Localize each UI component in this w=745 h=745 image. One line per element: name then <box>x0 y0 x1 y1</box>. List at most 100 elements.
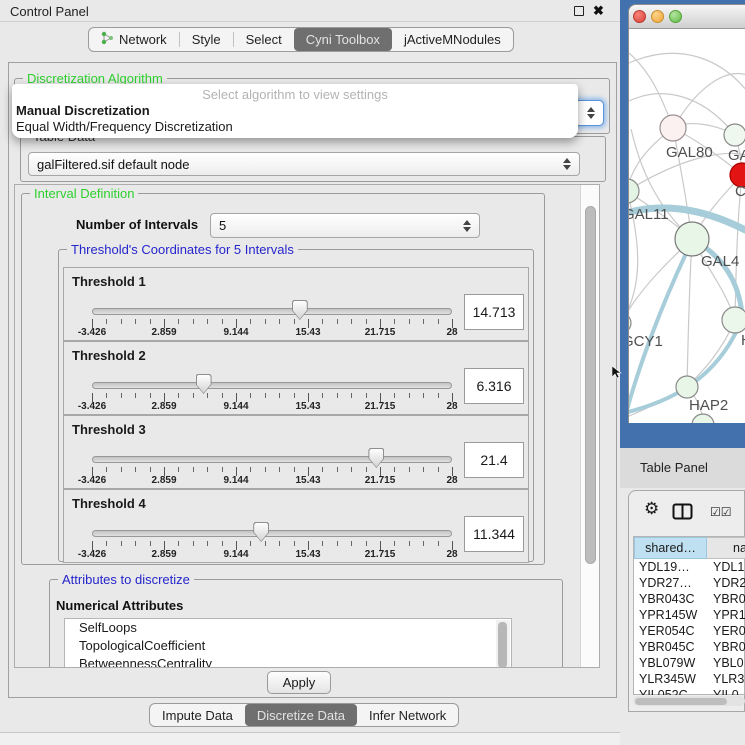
table-row[interactable]: YBR045CYBR0 <box>634 639 745 655</box>
minor-tick <box>366 541 367 546</box>
tab-jactivemnodules[interactable]: jActiveMNodules <box>392 28 513 51</box>
threshold-value-field[interactable]: 21.4 <box>464 442 524 478</box>
table-row[interactable]: YBL079WYBL0 <box>634 655 745 671</box>
table-row[interactable]: YIL052CYIL0 <box>634 687 745 695</box>
minor-tick <box>438 541 439 546</box>
tab-style[interactable]: Style <box>180 28 233 51</box>
threshold-value-field[interactable]: 6.316 <box>464 368 524 404</box>
minor-tick <box>423 467 424 472</box>
minor-tick <box>294 319 295 324</box>
minor-tick <box>394 319 395 324</box>
tab-network[interactable]: Network <box>89 28 179 51</box>
slider-thumb[interactable] <box>253 522 269 542</box>
combo-stepper-icon <box>463 220 471 232</box>
slider-thumb-face <box>293 301 307 319</box>
threshold-slider-track[interactable] <box>92 382 452 389</box>
settings-scrollbar[interactable] <box>580 185 600 667</box>
tab-jactivemnodules-label: jActiveMNodules <box>404 32 501 47</box>
minor-tick <box>351 467 352 472</box>
settings-scroll-viewport: Interval Definition Number of Intervals … <box>14 184 600 668</box>
control-panel-titlebar: Control Panel ✖ <box>0 0 620 22</box>
table-row[interactable]: YPR145WYPR1 <box>634 607 745 623</box>
minor-tick <box>337 467 338 472</box>
network-node-label: GCY1 <box>629 333 663 350</box>
attribute-list-item[interactable]: SelfLoops <box>65 619 511 637</box>
scale-label: 28 <box>446 327 457 338</box>
minor-tick <box>409 319 410 324</box>
network-node[interactable] <box>629 179 639 203</box>
slider-thumb[interactable] <box>368 448 384 468</box>
scale-label: 15.43 <box>295 401 320 412</box>
tab-impute-data[interactable]: Impute Data <box>150 704 245 726</box>
node-table: shared… na YDL19…YDL1YDR27…YDR2YBR043CYB… <box>633 536 745 695</box>
table-row[interactable]: YER054CYER0 <box>634 623 745 639</box>
minor-tick <box>207 319 208 324</box>
threshold-slider-track[interactable] <box>92 530 452 537</box>
network-node[interactable] <box>676 376 698 398</box>
tab-cyni-toolbox[interactable]: Cyni Toolbox <box>294 28 392 51</box>
minimize-traffic-light-icon[interactable] <box>651 10 664 23</box>
close-traffic-light-icon[interactable] <box>633 10 646 23</box>
threshold-coords-title: Threshold's Coordinates for 5 Intervals <box>67 242 298 257</box>
table-h-scrollbar-thumb[interactable] <box>635 698 727 705</box>
table-row[interactable]: YDL19…YDL1 <box>634 559 745 575</box>
list-scrollbar-thumb[interactable] <box>498 622 507 668</box>
minor-tick <box>394 541 395 546</box>
attribute-list-item[interactable]: TopologicalCoefficient <box>65 637 511 655</box>
tab-discretize-data[interactable]: Discretize Data <box>245 704 357 726</box>
column-header-name[interactable]: na <box>707 537 745 559</box>
table-cell-shared-name: YBL079W <box>634 655 707 671</box>
slider-thumb[interactable] <box>292 300 308 320</box>
slider-thumb[interactable] <box>196 374 212 394</box>
table-row[interactable]: YDR27…YDR2 <box>634 575 745 591</box>
num-intervals-value: 5 <box>219 218 226 233</box>
close-icon[interactable]: ✖ <box>593 3 604 19</box>
columns-icon[interactable] <box>672 503 694 520</box>
tab-network-label: Network <box>119 32 167 47</box>
interval-definition-title: Interval Definition <box>30 186 138 201</box>
settings-scrollbar-thumb[interactable] <box>585 206 596 564</box>
network-canvas[interactable]: GAL80GACGAL11GAL4GCY1HHAP2 <box>629 29 745 423</box>
threshold-slider-track[interactable] <box>92 456 452 463</box>
apply-button[interactable]: Apply <box>267 671 331 694</box>
table-h-scrollbar[interactable] <box>633 696 745 706</box>
checkboxes-icon[interactable]: ☑☑ <box>710 505 732 519</box>
network-node[interactable] <box>660 115 686 141</box>
minor-tick <box>150 393 151 398</box>
tab-select[interactable]: Select <box>234 28 294 51</box>
table-data-combobox[interactable]: galFiltered.sif default node <box>28 152 580 176</box>
minor-tick <box>135 541 136 546</box>
dropdown-option-manual-discretization[interactable]: Manual Discretization <box>16 103 150 118</box>
attribute-list-item[interactable]: BetweennessCentrality <box>65 655 511 668</box>
network-node[interactable] <box>692 414 714 423</box>
dropdown-placeholder-option[interactable]: Select algorithm to view settings <box>12 87 578 102</box>
zoom-traffic-light-icon[interactable] <box>669 10 682 23</box>
network-window-titlebar <box>629 5 745 29</box>
network-node[interactable] <box>675 222 709 256</box>
minor-tick <box>322 541 323 546</box>
tab-infer-network[interactable]: Infer Network <box>357 704 458 726</box>
threshold-value-field[interactable]: 14.713 <box>464 294 524 330</box>
column-header-shared-name[interactable]: shared… <box>634 537 707 559</box>
network-node[interactable] <box>724 124 745 146</box>
threshold-value-field[interactable]: 11.344 <box>464 516 524 552</box>
minor-tick <box>265 541 266 546</box>
scale-label: 2.859 <box>151 401 176 412</box>
float-window-icon[interactable] <box>574 6 584 16</box>
list-scrollbar[interactable] <box>496 620 510 668</box>
minor-tick <box>294 467 295 472</box>
minor-tick <box>279 319 280 324</box>
num-intervals-combobox[interactable]: 5 <box>210 213 480 238</box>
network-node[interactable] <box>629 313 631 333</box>
table-row[interactable]: YLR345WYLR3 <box>634 671 745 687</box>
threshold-label: Threshold 2 <box>72 348 146 363</box>
table-row[interactable]: YBR043CYBR0 <box>634 591 745 607</box>
threshold-slider-track[interactable] <box>92 308 452 315</box>
gear-icon[interactable]: ⚙ <box>644 499 659 519</box>
dropdown-option-equal-width[interactable]: Equal Width/Frequency Discretization <box>16 119 233 134</box>
minor-tick <box>366 393 367 398</box>
minor-tick <box>366 319 367 324</box>
network-node[interactable] <box>722 307 745 333</box>
attribute-list[interactable]: SelfLoopsTopologicalCoefficientBetweenne… <box>64 618 512 668</box>
table-cell-name: YBR0 <box>707 591 745 607</box>
